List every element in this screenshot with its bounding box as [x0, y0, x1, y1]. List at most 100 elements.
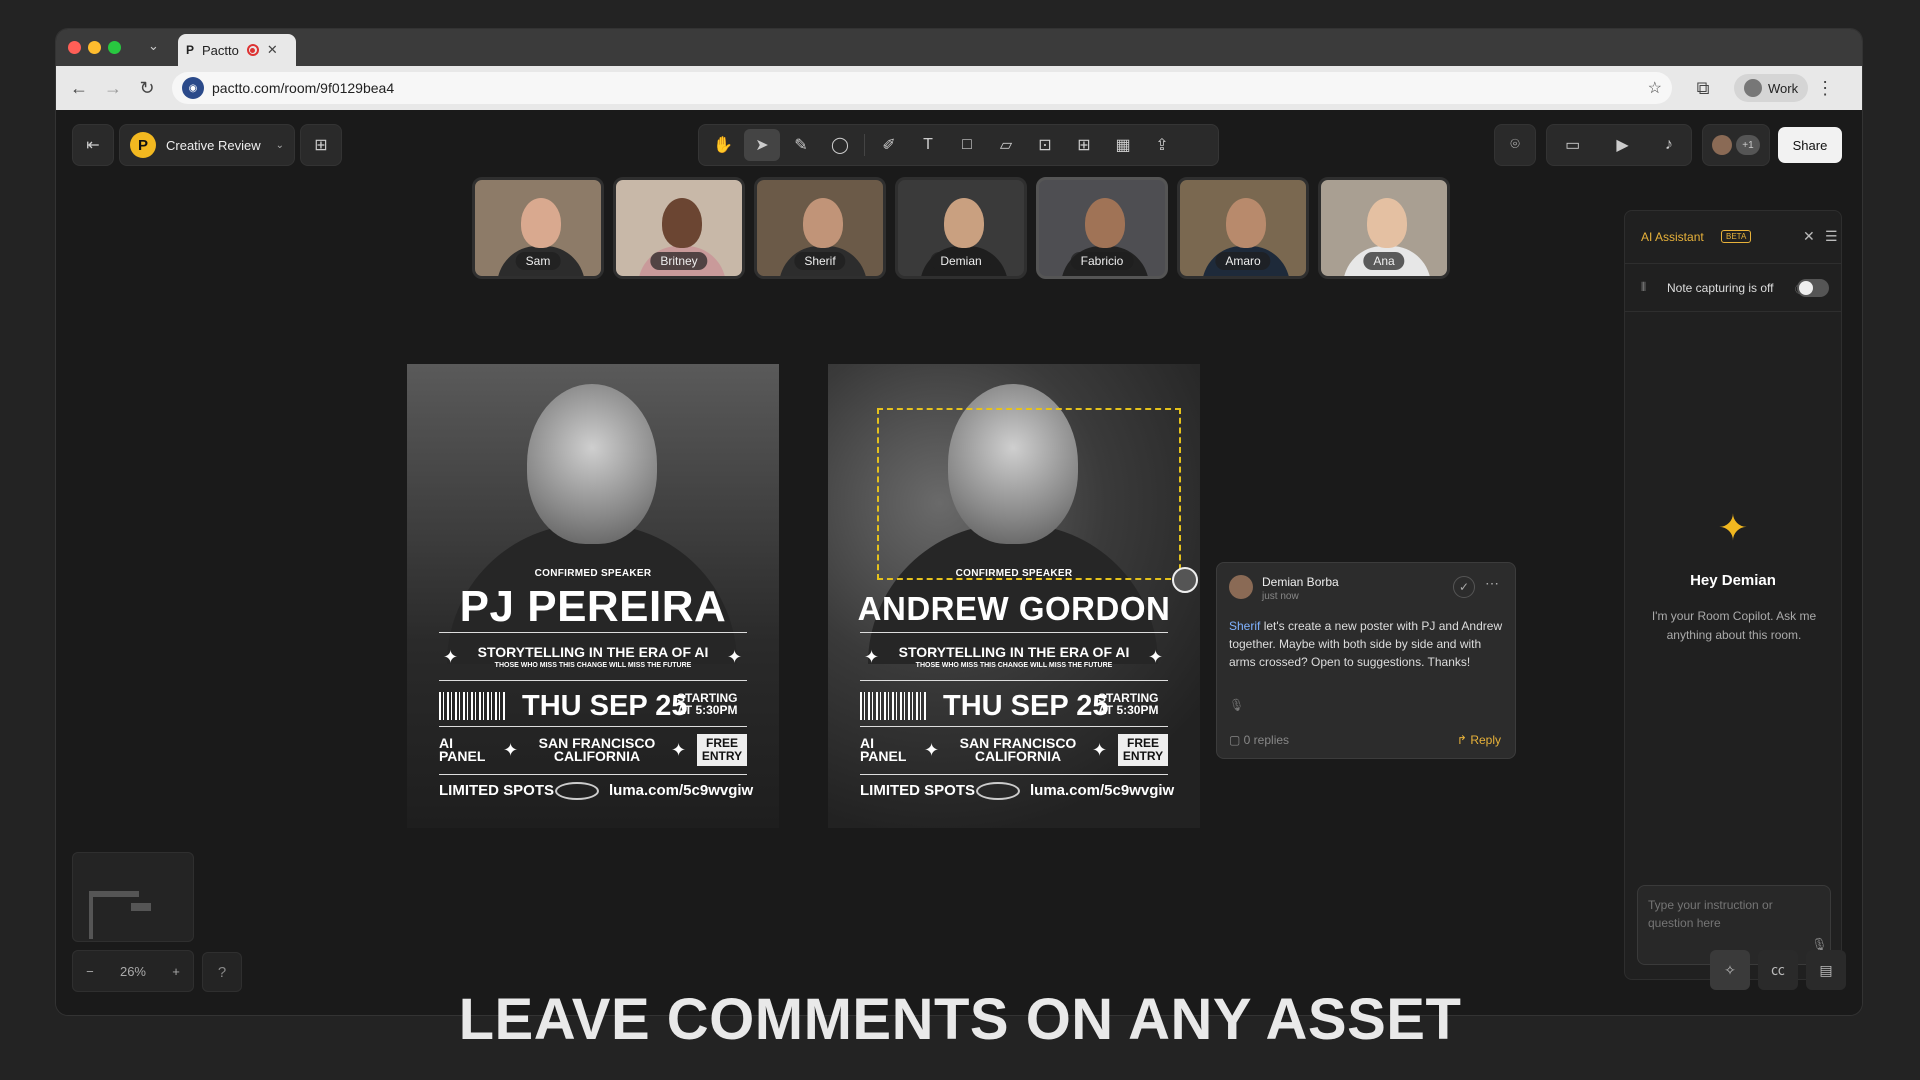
highlighter-icon[interactable]: ✎	[783, 129, 819, 161]
participant-name: Ana	[1363, 252, 1405, 270]
shape-icon[interactable]: □	[949, 129, 985, 161]
poster-time: AT 5:30PM	[677, 703, 738, 717]
minimize-window-button[interactable]	[88, 41, 101, 54]
lasso-icon[interactable]: ◯	[822, 129, 858, 161]
participant-tile[interactable]: Sherif	[754, 177, 886, 279]
select-icon[interactable]: ➤	[744, 129, 780, 161]
share-button[interactable]: Share	[1778, 127, 1842, 163]
panel-divider	[1625, 311, 1841, 312]
sparkle-icon: ✦	[1092, 740, 1108, 760]
participant-video-face	[1226, 198, 1266, 248]
image-icon[interactable]: ⊡	[1027, 129, 1063, 161]
site-info-icon[interactable]: ◉	[182, 77, 204, 99]
back-button[interactable]: ←	[62, 71, 96, 105]
poster-free-line: ENTRY	[1122, 749, 1164, 763]
participant-name: Britney	[650, 252, 708, 270]
close-tab-icon[interactable]: ✕	[267, 42, 278, 58]
sparkle-icon: ✦	[1717, 507, 1749, 548]
zoom-level[interactable]: 26%	[120, 964, 146, 979]
pen-icon[interactable]: ✐	[871, 129, 907, 161]
profile-avatar	[1744, 79, 1762, 97]
note-icon[interactable]: ▱	[988, 129, 1024, 161]
chat-icon[interactable]: ▤	[1806, 950, 1846, 990]
close-window-button[interactable]	[68, 41, 81, 54]
frame-icon[interactable]: ▦	[1105, 129, 1141, 161]
note-capturing-toggle[interactable]	[1797, 279, 1829, 297]
microphone-icon[interactable]: ♪	[1665, 136, 1673, 154]
collaborator-cursor-avatar	[1172, 567, 1198, 593]
audio-note-icon[interactable]: 🎙	[1229, 698, 1244, 712]
speaker-photo-head	[527, 384, 657, 544]
table-icon[interactable]: ⊞	[1066, 129, 1102, 161]
participant-video-face	[1367, 198, 1407, 248]
browser-menu-icon[interactable]: ⋮	[1808, 71, 1842, 105]
beta-badge: BETA	[1721, 230, 1752, 243]
selection-box[interactable]	[877, 408, 1181, 580]
poster-rule	[860, 726, 1168, 727]
poster-start-time: STARTING AT 5:30PM	[1098, 692, 1158, 716]
extensions-icon[interactable]: ⧉	[1686, 71, 1720, 105]
profile-button[interactable]: Work	[1734, 74, 1809, 102]
bookmark-star-icon[interactable]: ☆	[1648, 78, 1662, 98]
tab-list-chevron-icon[interactable]: ⌄	[148, 38, 159, 54]
poster-speaker-name: ANDREW GORDON	[857, 590, 1171, 627]
leave-room-button[interactable]: ⇤	[72, 124, 114, 166]
resolve-check-icon[interactable]: ✓	[1453, 576, 1475, 598]
minimap[interactable]	[72, 852, 194, 942]
participant-tile[interactable]: Sam	[472, 177, 604, 279]
canvas-toolbar: ✋ ➤ ✎ ◯ ✐ T □ ▱ ⊡ ⊞ ▦ ⇪	[698, 124, 1219, 166]
poster-tagline: STORYTELLING IN THE ERA OF AI	[477, 644, 709, 660]
panel-divider	[1625, 263, 1841, 264]
participant-tile[interactable]: Britney	[613, 177, 745, 279]
participant-tile[interactable]: Demian	[895, 177, 1027, 279]
grid-view-button[interactable]: ⊞	[300, 124, 342, 166]
poster-limited: LIMITED SPOTS	[439, 782, 555, 799]
settings-sliders-icon[interactable]: ☰	[1825, 228, 1838, 245]
globe-icon	[555, 782, 599, 800]
reply-button[interactable]: ↱ Reply	[1457, 733, 1501, 747]
browser-tab[interactable]: P Pactto ✕	[178, 34, 296, 66]
tab-favicon: P	[186, 43, 195, 57]
participant-name: Sam	[515, 252, 561, 270]
poster-city: SAN FRANCISCO CALIFORNIA	[527, 736, 667, 763]
participant-tile[interactable]: Fabricio	[1036, 177, 1168, 279]
poster-panel: AI PANEL	[860, 736, 906, 763]
url-input[interactable]: ◉ pactto.com/room/9f0129bea4 ☆	[172, 72, 1672, 104]
ai-intro-text: I'm your Room Copilot. Ask me anything a…	[1651, 609, 1817, 642]
poster-panel-line: PANEL	[439, 748, 486, 764]
close-icon[interactable]: ✕	[1803, 228, 1815, 245]
sparkle-icon: ✦	[503, 740, 519, 760]
room-selector[interactable]: P Creative Review ⌄	[119, 124, 295, 166]
text-icon[interactable]: T	[910, 129, 946, 161]
comment-card[interactable]: Demian Borba just now ✓ ⋯ Sherif let's c…	[1216, 562, 1516, 759]
ai-sparkle-button[interactable]: ✧	[1710, 950, 1750, 990]
participants-button[interactable]: +1	[1702, 124, 1770, 166]
poster-rule	[439, 680, 747, 681]
comment-mention[interactable]: Sherif	[1229, 619, 1260, 633]
camera-icon[interactable]: ▶	[1616, 135, 1628, 155]
zoom-out-button[interactable]: −	[86, 964, 94, 979]
video-caption: LEAVE COMMENTS ON ANY ASSET	[458, 987, 1462, 1052]
poster-asset[interactable]: CONFIRMED SPEAKER PJ PEREIRA ✦ ✦ STORYTELLIN…	[407, 364, 779, 828]
poster-link: luma.com/5c9wvgiw	[1030, 782, 1175, 799]
participant-video-face	[662, 198, 702, 248]
comment-author-avatar	[1229, 575, 1253, 599]
maximize-window-button[interactable]	[108, 41, 121, 54]
hand-icon[interactable]: ✋	[705, 129, 741, 161]
upload-icon[interactable]: ⇪	[1144, 129, 1180, 161]
poster-rule	[860, 632, 1168, 633]
participant-tile[interactable]: Ana	[1318, 177, 1450, 279]
zoom-in-button[interactable]: +	[172, 964, 180, 979]
replies-count[interactable]: ▢ 0 replies	[1229, 733, 1289, 747]
note-capturing-label: Note capturing is off	[1667, 281, 1774, 295]
face-tracking-button[interactable]: ⌾	[1494, 124, 1536, 166]
reload-button[interactable]: ↻	[130, 71, 164, 105]
poster-limited: LIMITED SPOTS	[860, 782, 976, 799]
screen-share-icon[interactable]: ▭	[1565, 135, 1580, 155]
forward-button[interactable]: →	[96, 71, 130, 105]
tab-title: Pactto	[202, 42, 239, 58]
captions-cc-icon[interactable]: ㏄	[1758, 950, 1798, 990]
more-options-icon[interactable]: ⋯	[1485, 575, 1499, 592]
participant-tile[interactable]: Amaro	[1177, 177, 1309, 279]
poster-rule	[860, 680, 1168, 681]
